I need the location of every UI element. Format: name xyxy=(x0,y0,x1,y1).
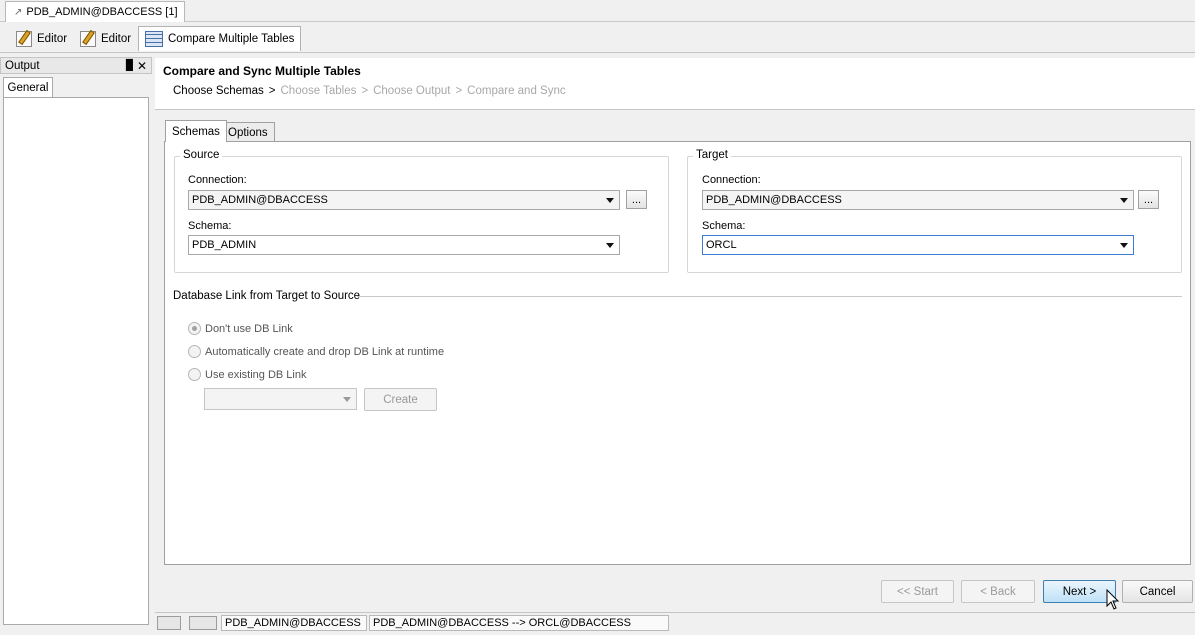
tab-schemas-label: Schemas xyxy=(172,125,220,138)
radio-label: Don't use DB Link xyxy=(205,322,293,335)
compare-tables-icon xyxy=(145,31,163,47)
chevron-down-icon xyxy=(606,198,614,203)
tab-editor-1[interactable]: Editor xyxy=(10,26,73,51)
keyboard-icon xyxy=(157,616,181,630)
target-connection-browse-button[interactable]: ... xyxy=(1138,190,1159,209)
radio-use-existing-db-link[interactable]: Use existing DB Link xyxy=(188,368,307,381)
source-connection-value: PDB_ADMIN@DBACCESS xyxy=(192,194,328,206)
wizard-title: Compare and Sync Multiple Tables xyxy=(163,64,361,78)
target-schema-label: Schema: xyxy=(702,220,746,232)
tab-options-label: Options xyxy=(228,126,268,139)
connection-icon: ↗ xyxy=(14,6,23,18)
source-schema-value: PDB_ADMIN xyxy=(192,239,257,251)
cancel-button[interactable]: Cancel xyxy=(1122,580,1193,603)
step-separator: > xyxy=(455,85,463,97)
target-schema-value: ORCL xyxy=(706,239,737,251)
radio-icon xyxy=(188,368,201,381)
dots-label: ... xyxy=(631,193,642,206)
source-connection-select[interactable]: PDB_ADMIN@DBACCESS xyxy=(188,190,620,210)
target-schema-select[interactable]: ORCL xyxy=(702,235,1134,255)
step-choose-output: Choose Output xyxy=(373,85,451,97)
connection-tab[interactable]: ↗ PDB_ADMIN@DBACCESS [1] xyxy=(5,1,185,22)
edit-icon xyxy=(80,30,96,47)
existing-db-link-select[interactable] xyxy=(204,388,357,410)
editor-tab-bar: Editor Editor Compare Multiple Tables xyxy=(0,23,1195,53)
target-connection-label: Connection: xyxy=(702,174,761,186)
radio-label: Automatically create and drop DB Link at… xyxy=(205,345,445,358)
tab-general[interactable]: General xyxy=(3,77,53,97)
target-legend: Target xyxy=(693,149,731,161)
chevron-down-icon xyxy=(606,243,614,248)
step-separator: > xyxy=(361,85,369,97)
tab-compare-multiple-tables[interactable]: Compare Multiple Tables xyxy=(138,26,302,51)
connection-tab-label: PDB_ADMIN@DBACCESS [1] xyxy=(26,6,178,18)
mouse-cursor-icon xyxy=(1106,589,1120,610)
radio-label: Use existing DB Link xyxy=(205,368,307,381)
source-group: Source Connection: PDB_ADMIN@DBACCESS ..… xyxy=(174,149,669,273)
create-db-link-button[interactable]: Create xyxy=(364,388,437,411)
source-schema-label: Schema: xyxy=(188,220,232,232)
source-connection-browse-button[interactable]: ... xyxy=(626,190,647,209)
tab-editor-2[interactable]: Editor xyxy=(74,26,137,51)
step-separator: > xyxy=(268,85,276,97)
start-button-label: << Start xyxy=(897,585,938,598)
target-group: Target Connection: PDB_ADMIN@DBACCESS ..… xyxy=(687,149,1182,273)
step-choose-schemas: Choose Schemas xyxy=(173,85,264,97)
tab-schemas[interactable]: Schemas xyxy=(165,120,227,142)
radio-icon xyxy=(188,345,201,358)
create-button-label: Create xyxy=(383,393,418,406)
clock-icon xyxy=(189,616,217,630)
chevron-down-icon xyxy=(1120,243,1128,248)
tab-label: Editor xyxy=(101,32,132,45)
start-button[interactable]: << Start xyxy=(881,580,954,603)
output-panel-header: Output █ ✕ xyxy=(0,57,152,74)
output-panel-title: Output xyxy=(5,59,40,72)
output-area[interactable] xyxy=(3,97,149,625)
db-link-legend: Database Link from Target to Source xyxy=(173,290,361,302)
chevron-down-icon xyxy=(1120,198,1128,203)
wizard-breadcrumb: Choose Schemas > Choose Tables > Choose … xyxy=(173,85,566,97)
close-icon[interactable]: ✕ xyxy=(137,59,147,73)
step-choose-tables: Choose Tables xyxy=(280,85,357,97)
radio-icon xyxy=(188,322,201,335)
schemas-panel: Source Connection: PDB_ADMIN@DBACCESS ..… xyxy=(164,141,1191,565)
source-connection-label: Connection: xyxy=(188,174,247,186)
target-connection-value: PDB_ADMIN@DBACCESS xyxy=(706,194,842,206)
step-compare-and-sync: Compare and Sync xyxy=(467,85,566,97)
radio-auto-create-db-link[interactable]: Automatically create and drop DB Link at… xyxy=(188,345,444,358)
chevron-down-icon xyxy=(343,397,351,402)
target-connection-select[interactable]: PDB_ADMIN@DBACCESS xyxy=(702,190,1134,210)
db-link-divider xyxy=(357,296,1182,297)
connection-tab-strip: ↗ PDB_ADMIN@DBACCESS [1] xyxy=(0,0,1195,22)
tab-label: Editor xyxy=(37,32,68,45)
tab-general-label: General xyxy=(7,81,49,94)
back-button-label: < Back xyxy=(980,585,1016,598)
tab-options[interactable]: Options xyxy=(221,122,275,142)
dots-label: ... xyxy=(1143,193,1154,206)
status-mapping: PDB_ADMIN@DBACCESS --> ORCL@DBACCESS xyxy=(369,615,669,631)
source-schema-select[interactable]: PDB_ADMIN xyxy=(188,235,620,255)
radio-dont-use-db-link[interactable]: Don't use DB Link xyxy=(188,322,293,335)
next-button-label: Next > xyxy=(1062,585,1097,598)
cancel-button-label: Cancel xyxy=(1139,585,1176,598)
tab-label: Compare Multiple Tables xyxy=(168,33,295,45)
source-legend: Source xyxy=(180,149,223,161)
status-source: PDB_ADMIN@DBACCESS xyxy=(221,615,367,631)
back-button[interactable]: < Back xyxy=(961,580,1035,603)
wizard-header: Compare and Sync Multiple Tables Choose … xyxy=(155,58,1195,110)
pin-icon[interactable]: █ xyxy=(126,60,133,71)
status-bar: PDB_ADMIN@DBACCESS PDB_ADMIN@DBACCESS --… xyxy=(155,612,1195,632)
edit-icon xyxy=(16,30,32,47)
